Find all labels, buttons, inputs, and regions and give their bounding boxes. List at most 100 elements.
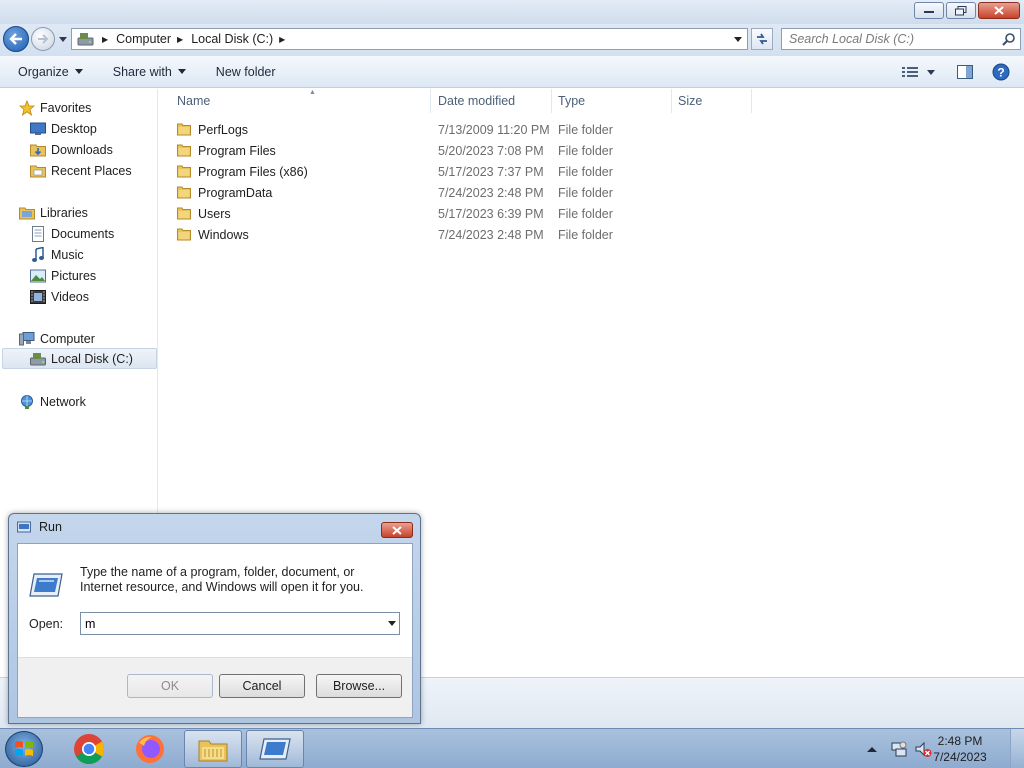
run-icon [17,521,31,533]
window-controls [914,2,1020,19]
folder-icon [177,143,191,160]
file-type: File folder [558,227,613,242]
address-bar[interactable]: ▶ Computer ▶ Local Disk (C:) ▶ [71,28,748,50]
recent-pages-dropdown[interactable] [58,36,68,44]
file-type: File folder [558,122,613,137]
column-header-type[interactable]: Type [552,89,672,113]
file-date-modified: 7/24/2023 2:48 PM [438,185,544,200]
sidebar-item-network[interactable]: Network [19,391,86,412]
network-status-icon[interactable] [890,740,908,758]
sidebar-item-recent-places[interactable]: Recent Places [30,160,132,181]
address-dropdown-button[interactable] [731,32,745,46]
taskbar-firefox[interactable] [121,730,179,768]
drive-icon [77,33,94,46]
sidebar-item-libraries[interactable]: Libraries [19,202,88,223]
column-header-date-modified[interactable]: Date modified [432,89,552,113]
folder-icon [177,122,191,139]
taskbar-run[interactable] [246,730,304,768]
restore-button[interactable] [946,2,976,19]
column-header-name[interactable]: Name ▲ [171,89,431,113]
network-icon [19,394,35,410]
cancel-button[interactable]: Cancel [219,674,305,698]
new-folder-label: New folder [215,64,276,79]
file-row[interactable]: Users 5/17/2023 6:39 PM File folder [171,203,771,224]
browse-button[interactable]: Browse... [316,674,402,698]
refresh-icon [757,33,767,45]
run-dialog-body: Type the name of a program, folder, docu… [17,543,413,718]
sidebar-item-downloads[interactable]: Downloads [30,139,113,160]
new-folder-button[interactable]: New folder [210,59,282,85]
file-row[interactable]: PerfLogs 7/13/2009 11:20 PM File folder [171,119,771,140]
search-box[interactable] [781,28,1021,50]
view-options-dropdown[interactable] [924,60,938,84]
file-row[interactable]: Program Files 5/20/2023 7:08 PM File folde… [171,140,771,161]
folder-icon [177,164,191,181]
taskbar-chrome[interactable] [60,730,118,768]
system-clock[interactable]: 2:48 PM 7/24/2023 [920,733,1000,765]
breadcrumb-separator[interactable]: ▶ [279,35,285,44]
show-desktop-button[interactable] [1010,729,1024,768]
run-dialog-title-bar: Run [17,520,62,534]
run-button-area: OK Cancel Browse... [18,657,412,717]
start-button[interactable] [5,731,43,767]
help-button[interactable]: ? [989,60,1013,84]
search-icon[interactable] [1002,32,1016,46]
column-header-label: Size [678,94,703,108]
sidebar-item-label: Videos [51,289,89,304]
navigation-bar: ▶ Computer ▶ Local Disk (C:) ▶ [0,24,1024,56]
sidebar-item-music[interactable]: Music [30,244,84,265]
run-close-button[interactable] [381,522,413,538]
downloads-folder-icon [30,142,46,158]
breadcrumb-separator[interactable]: ▶ [102,35,108,44]
sidebar-item-label: Recent Places [51,163,132,178]
chrome-icon [74,734,105,765]
minimize-button[interactable] [914,2,944,19]
change-view-button[interactable] [898,60,922,84]
file-date-modified: 5/20/2023 7:08 PM [438,143,544,158]
open-input[interactable] [85,615,375,632]
sidebar-item-favorites[interactable]: Favorites [19,97,91,118]
close-button[interactable] [978,2,1020,19]
breadcrumb-computer[interactable]: Computer [116,32,171,46]
run-icon [259,738,291,760]
organize-menu-button[interactable]: Organize [12,59,89,85]
star-icon [19,99,35,116]
close-icon [994,6,1004,15]
open-label: Open: [29,617,64,631]
sidebar-item-documents[interactable]: Documents [30,223,114,244]
file-row[interactable]: Windows 7/24/2023 2:48 PM File folder [171,224,771,245]
share-with-menu-button[interactable]: Share with [107,59,192,85]
file-row[interactable]: ProgramData 7/24/2023 2:48 PM File folder [171,182,771,203]
file-row[interactable]: Program Files (x86) 5/17/2023 7:37 PM File… [171,161,771,182]
taskbar-file-explorer[interactable] [184,730,242,768]
sidebar-item-desktop[interactable]: Desktop [30,118,97,139]
file-name: Windows [198,227,249,242]
sidebar-item-videos[interactable]: Videos [30,286,89,307]
search-input[interactable] [789,32,999,46]
ok-button[interactable]: OK [127,674,213,698]
breadcrumb-separator[interactable]: ▶ [177,35,183,44]
organize-label: Organize [18,64,69,79]
file-date-modified: 7/13/2009 11:20 PM [438,122,550,137]
sidebar-item-computer[interactable]: Computer [19,328,95,349]
share-with-label: Share with [112,64,172,79]
refresh-button[interactable] [751,28,773,50]
chevron-down-icon [734,36,742,42]
sidebar-item-pictures[interactable]: Pictures [30,265,96,286]
file-type: File folder [558,185,613,200]
file-type: File folder [558,164,613,179]
breadcrumb-local-disk[interactable]: Local Disk (C:) [191,32,273,46]
open-combobox[interactable] [80,612,400,635]
forward-arrow-icon [38,34,49,44]
show-hidden-icons-icon[interactable] [866,744,878,754]
column-header-size[interactable]: Size [672,89,752,113]
chevron-down-icon[interactable] [388,621,396,626]
clock-time: 2:48 PM [937,734,983,748]
desktop-icon [30,121,46,137]
preview-pane-button[interactable] [953,60,977,84]
chevron-down-icon [177,69,186,74]
sidebar-item-local-disk[interactable]: Local Disk (C:) [2,348,157,369]
forward-button[interactable] [31,27,55,51]
back-button[interactable] [3,26,29,52]
sidebar-item-label: Libraries [40,205,88,220]
